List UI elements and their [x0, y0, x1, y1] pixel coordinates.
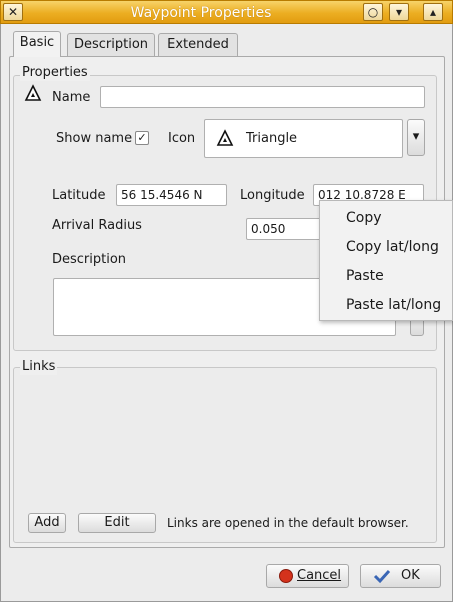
name-label: Name — [52, 90, 91, 105]
chevron-up-icon: ▴ — [429, 5, 437, 19]
latitude-field[interactable]: 56 15.4546 N — [116, 184, 227, 206]
icon-dropdown-button[interactable]: ▾ — [407, 119, 425, 156]
cancel-button[interactable]: Cancel — [266, 564, 349, 588]
show-name-checkbox[interactable]: ✓ — [135, 131, 149, 145]
cancel-label: Cancel — [297, 568, 342, 583]
description-label: Description — [52, 252, 127, 267]
links-note: Links are opened in the default browser. — [167, 516, 409, 530]
window-title: Waypoint Properties — [130, 5, 272, 21]
cancel-icon — [279, 569, 293, 583]
chevron-down-icon: ▾ — [395, 5, 403, 19]
triangle-icon — [24, 84, 42, 102]
tab-basic[interactable]: Basic — [13, 31, 61, 57]
icon-select[interactable]: Triangle — [204, 119, 403, 158]
icon-select-value: Triangle — [246, 131, 298, 146]
menu-item-copy[interactable]: Copy — [346, 209, 382, 227]
menu-item-copy-lat-long[interactable]: Copy lat/long — [346, 238, 439, 256]
ok-label: OK — [401, 568, 420, 583]
title-bar[interactable]: ✕ Waypoint Properties ○ ▾ ▴ — [0, 0, 453, 24]
check-icon — [373, 568, 391, 584]
icon-label: Icon — [168, 131, 196, 146]
check-icon: ✓ — [137, 131, 147, 144]
latitude-label: Latitude — [52, 188, 106, 203]
ok-button[interactable]: OK — [360, 564, 441, 588]
properties-group-label: Properties — [20, 65, 90, 81]
add-link-button[interactable]: Add — [28, 513, 66, 533]
tab-extended[interactable]: Extended — [158, 33, 238, 57]
window-menu-button[interactable]: ▾ — [389, 3, 409, 21]
triangle-icon — [216, 129, 234, 147]
circle-icon: ○ — [367, 5, 379, 19]
menu-item-paste[interactable]: Paste — [346, 267, 384, 285]
chevron-down-icon: ▾ — [412, 129, 420, 144]
context-menu: Copy Copy lat/long Paste Paste lat/long — [319, 200, 453, 321]
shade-button[interactable]: ○ — [363, 3, 383, 21]
links-group-label: Links — [20, 359, 58, 375]
longitude-label: Longitude — [240, 188, 305, 203]
raise-button[interactable]: ▴ — [423, 3, 443, 21]
show-name-label: Show name — [56, 131, 133, 146]
tab-description[interactable]: Description — [67, 33, 155, 57]
close-button[interactable]: ✕ — [3, 3, 23, 21]
name-field[interactable] — [100, 86, 425, 108]
edit-link-button[interactable]: Edit — [78, 513, 156, 533]
close-icon: ✕ — [7, 5, 19, 19]
arrival-radius-label: Arrival Radius — [52, 218, 142, 233]
menu-item-paste-lat-long[interactable]: Paste lat/long — [346, 296, 441, 314]
